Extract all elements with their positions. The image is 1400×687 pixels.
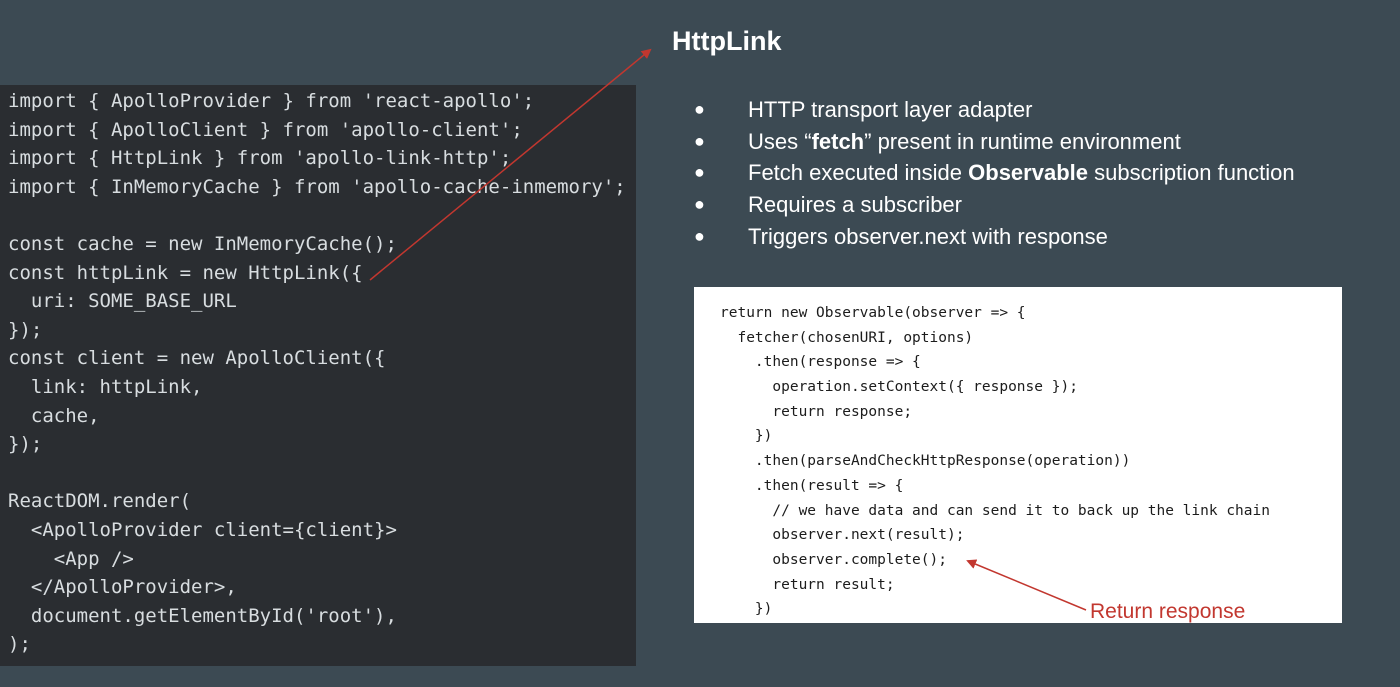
code-line: });	[8, 318, 43, 341]
bullet-text: Fetch executed inside Observable subscri…	[748, 160, 1295, 186]
code-line: .then(response => {	[720, 354, 921, 371]
code-line: );	[8, 633, 31, 656]
bullet-item: ● Fetch executed inside Observable subsc…	[694, 157, 1295, 189]
bullet-list: ● HTTP transport layer adapter ● Uses “f…	[694, 94, 1295, 252]
code-line: observer.complete();	[720, 551, 947, 568]
bullet-dot-icon: ●	[694, 130, 705, 151]
code-line: });	[8, 433, 43, 456]
code-line: return response;	[720, 403, 913, 420]
code-line: observer.next(result);	[720, 527, 965, 544]
code-line: })	[720, 428, 773, 445]
bullet-item: ● Uses “fetch” present in runtime enviro…	[694, 126, 1295, 158]
code-line: ReactDOM.render(	[8, 490, 192, 513]
code-line: import { ApolloClient } from 'apollo-cli…	[8, 118, 523, 141]
code-line: cache,	[8, 404, 100, 427]
bullet-text: Requires a subscriber	[748, 192, 962, 218]
code-line: return new Observable(observer => {	[720, 305, 1026, 321]
bullet-dot-icon: ●	[694, 225, 705, 246]
bullet-text: HTTP transport layer adapter	[748, 97, 1033, 122]
code-line: const client = new ApolloClient({	[8, 347, 386, 370]
code-line: document.getElementById('root'),	[8, 604, 397, 627]
code-line: const cache = new InMemoryCache();	[8, 232, 397, 255]
code-line: fetcher(chosenURI, options)	[720, 329, 974, 346]
return-response-annotation: Return response	[1090, 600, 1246, 623]
code-line: .then(parseAndCheckHttpResponse(operatio…	[720, 453, 1131, 470]
code-line: <ApolloProvider client={client}>	[8, 518, 397, 541]
slide-title: HttpLink	[672, 26, 782, 56]
bullet-dot-icon: ●	[694, 194, 705, 215]
bullet-item: ● Requires a subscriber	[694, 189, 1295, 221]
code-line: link: httpLink,	[8, 375, 203, 398]
bullet-text: Uses “fetch” present in runtime environm…	[748, 128, 1181, 154]
bullet-text: Triggers observer.next with response	[748, 223, 1108, 249]
code-line: const httpLink = new HttpLink({	[8, 261, 363, 284]
code-line: <App />	[8, 547, 134, 570]
code-line: import { ApolloProvider } from 'react-ap…	[8, 90, 535, 112]
bullet-item: ● HTTP transport layer adapter	[694, 94, 1295, 126]
setup-code-block: import { ApolloProvider } from 'react-ap…	[0, 85, 636, 666]
code-line: operation.setContext({ response });	[720, 379, 1078, 396]
code-line: return result;	[720, 576, 895, 593]
code-line: uri: SOME_BASE_URL	[8, 290, 237, 313]
bullet-item: ● Triggers observer.next with response	[694, 221, 1295, 253]
code-line: </ApolloProvider>,	[8, 576, 237, 599]
observable-code-block: return new Observable(observer => { fetc…	[694, 287, 1342, 623]
code-line: .then(result => {	[720, 477, 904, 494]
code-line: import { HttpLink } from 'apollo-link-ht…	[8, 147, 512, 170]
code-line: // we have data and can send it to back …	[720, 502, 1270, 519]
code-line: import { InMemoryCache } from 'apollo-ca…	[8, 175, 626, 198]
bullet-dot-icon: ●	[694, 162, 705, 183]
bullet-dot-icon: ●	[694, 99, 705, 119]
